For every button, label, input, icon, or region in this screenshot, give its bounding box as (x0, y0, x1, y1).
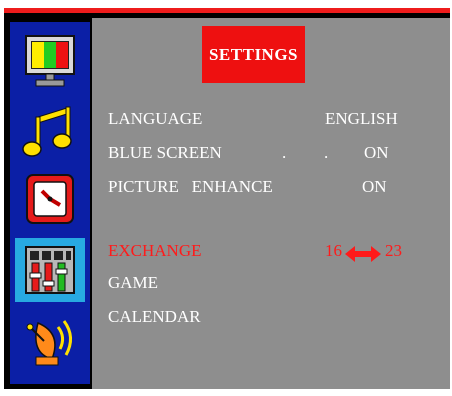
exchange-label: EXCHANGE (108, 241, 202, 260)
monitor-color-bars-icon (25, 35, 75, 87)
picture-enhance-label: PICTURE ENHANCE (108, 177, 273, 196)
settings-tools-icon (25, 246, 75, 294)
language-value: ENGLISH (325, 109, 398, 128)
top-accent-bar (4, 8, 450, 13)
osd-frame: SETTINGS LANGUAGE ENGLISH BLUE SCREEN . … (4, 8, 450, 389)
clock-icon (26, 174, 74, 224)
sidebar-item-picture[interactable] (15, 30, 85, 94)
swap-arrow-icon (345, 246, 381, 262)
page-title: SETTINGS (208, 44, 299, 64)
picture-enhance-value: ON (362, 177, 387, 196)
satellite-dish-icon (26, 320, 72, 366)
settings-title-tab: SETTINGS (202, 26, 305, 83)
sidebar-item-audio[interactable] (15, 100, 85, 164)
exchange-value-right: 23 (385, 241, 402, 260)
sidebar (10, 22, 90, 384)
sidebar-item-settings[interactable] (15, 238, 85, 302)
exchange-value-left: 16 (325, 241, 342, 260)
sidebar-item-channel[interactable] (15, 310, 85, 374)
music-notes-icon (22, 106, 72, 157)
separator-dot: . (282, 143, 287, 162)
settings-panel: SETTINGS LANGUAGE ENGLISH BLUE SCREEN . … (92, 18, 450, 389)
calendar-label: CALENDAR (108, 307, 201, 326)
language-label: LANGUAGE (108, 109, 203, 128)
game-label: GAME (108, 273, 159, 292)
sidebar-item-time[interactable] (15, 168, 85, 232)
blue-screen-value: ON (364, 143, 389, 162)
blue-screen-label: BLUE SCREEN (108, 143, 222, 162)
separator-dot: . (324, 143, 329, 162)
